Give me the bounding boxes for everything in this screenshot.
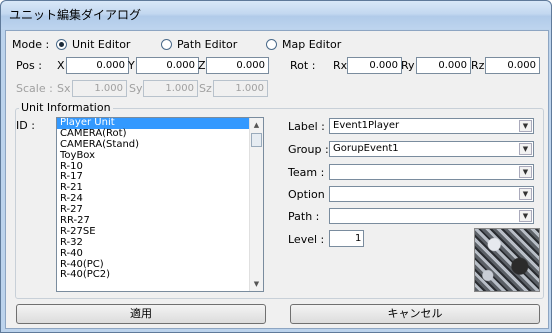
list-item[interactable]: R-27SE: [57, 226, 263, 238]
unit-texture-preview: [474, 228, 540, 292]
scroll-down-icon[interactable]: ▼: [250, 277, 263, 291]
scale-sz-label: Sz: [199, 82, 212, 95]
list-item[interactable]: R-40(PC2): [57, 270, 263, 281]
rot-rz-label: Rz: [471, 59, 485, 72]
path-combo[interactable]: ▼: [329, 208, 534, 224]
chevron-down-icon[interactable]: ▼: [519, 188, 532, 200]
apply-button[interactable]: 適用: [16, 304, 266, 324]
chevron-down-icon[interactable]: ▼: [519, 120, 532, 132]
scroll-thumb[interactable]: [251, 133, 262, 147]
rot-ry-label: Ry: [401, 59, 415, 72]
rot-rz-field[interactable]: 0.000: [485, 57, 540, 74]
path-editor-radio[interactable]: [161, 39, 172, 50]
pos-z-field[interactable]: 0.000: [206, 57, 269, 74]
scale-sx-label: Sx: [57, 82, 71, 95]
unit-editor-label[interactable]: Unit Editor: [72, 38, 130, 51]
scale-label: Scale :: [16, 82, 53, 95]
scale-sx-field[interactable]: 1.000: [72, 80, 127, 97]
pos-y-field[interactable]: 0.000: [136, 57, 199, 74]
unit-id-listbox[interactable]: Player Unit CAMERA(Rot) CAMERA(Stand) ToyBo…: [56, 117, 264, 292]
pos-label: Pos :: [16, 59, 42, 72]
scale-sy-label: Sy: [129, 82, 143, 95]
unit-editor-radio[interactable]: [56, 39, 67, 50]
team-field-label: Team :: [288, 166, 325, 179]
chevron-down-icon[interactable]: ▼: [519, 210, 532, 222]
list-item[interactable]: R-32: [57, 237, 263, 249]
list-item[interactable]: R-10: [57, 161, 263, 173]
pos-y-label: Y: [128, 59, 135, 72]
label-combo[interactable]: Event1Player ▼: [329, 118, 534, 134]
team-combo[interactable]: ▼: [329, 164, 534, 180]
option-combo[interactable]: ▼: [329, 186, 534, 202]
rot-label: Rot :: [290, 59, 316, 72]
path-field-label: Path :: [288, 210, 320, 223]
cancel-button[interactable]: キャンセル: [290, 304, 540, 324]
pos-z-label: Z: [198, 59, 206, 72]
pos-x-field[interactable]: 0.000: [66, 57, 129, 74]
option-field-label: Option :: [288, 188, 332, 201]
group-field-label: Group :: [288, 143, 329, 156]
chevron-down-icon[interactable]: ▼: [519, 143, 532, 155]
path-editor-label[interactable]: Path Editor: [177, 38, 237, 51]
chevron-down-icon[interactable]: ▼: [519, 166, 532, 178]
mode-label: Mode :: [12, 38, 50, 51]
list-item[interactable]: R-40: [57, 248, 263, 260]
window-title: ユニット編集ダイアログ: [9, 8, 142, 22]
scroll-up-icon[interactable]: ▲: [250, 118, 263, 132]
scale-sz-field[interactable]: 1.000: [213, 80, 268, 97]
dialog-client-area: Mode : Unit Editor Path Editor Map Edito…: [5, 30, 549, 329]
id-label: ID :: [16, 119, 35, 132]
group-combo[interactable]: GorupEvent1 ▼: [329, 141, 534, 157]
map-editor-radio[interactable]: [266, 39, 277, 50]
group-combo-value: GorupEvent1: [333, 143, 399, 154]
rot-rx-field[interactable]: 0.000: [347, 57, 402, 74]
map-editor-label[interactable]: Map Editor: [282, 38, 341, 51]
listbox-scrollbar[interactable]: ▲ ▼: [249, 118, 263, 291]
rot-rx-label: Rx: [333, 59, 348, 72]
label-combo-value: Event1Player: [333, 120, 400, 131]
pos-x-label: X: [57, 59, 65, 72]
label-field-label: Label :: [288, 120, 325, 133]
unit-edit-dialog: ユニット編集ダイアログ Mode : Unit Editor Path Edit…: [0, 0, 552, 333]
level-field-label: Level :: [288, 233, 325, 246]
level-field[interactable]: 1: [329, 230, 364, 247]
list-item[interactable]: ToyBox: [57, 150, 263, 162]
list-item[interactable]: R-21: [57, 182, 263, 194]
title-bar[interactable]: ユニット編集ダイアログ: [1, 1, 551, 29]
rot-ry-field[interactable]: 0.000: [416, 57, 471, 74]
list-item[interactable]: R-17: [57, 172, 263, 183]
scale-sy-field[interactable]: 1.000: [143, 80, 198, 97]
list-item[interactable]: R-24: [57, 193, 263, 205]
unit-information-label: Unit Information: [19, 101, 113, 114]
